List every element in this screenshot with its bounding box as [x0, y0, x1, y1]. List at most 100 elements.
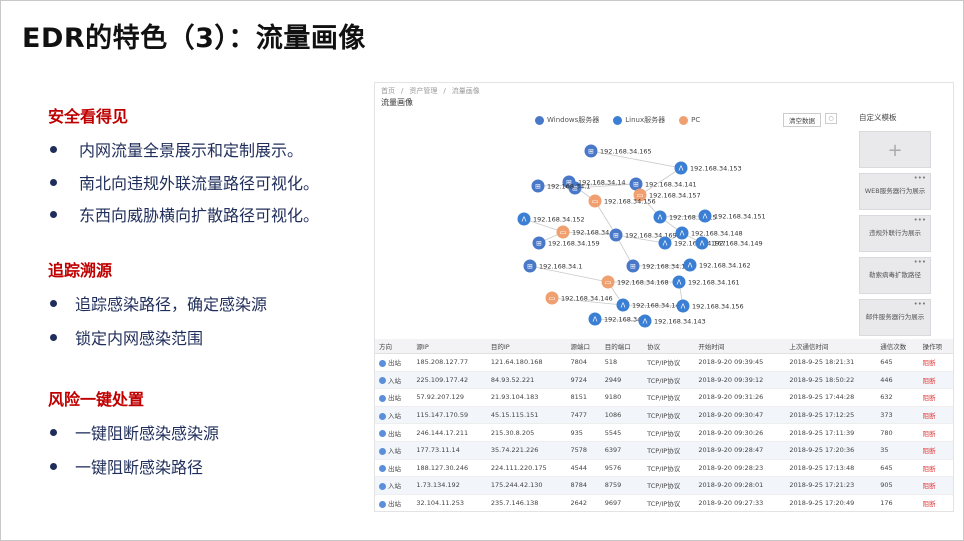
linux-node-icon[interactable]: Λ 192.168.34.162	[683, 258, 751, 272]
traffic-profile-screenshot: 首页 / 资产管理 / 流量画像 流量画像 Windows服务器 Linux服务器 PC…	[374, 82, 954, 512]
table-cell: 21.93.104.183	[486, 388, 567, 407]
node-glyph: Λ	[621, 302, 626, 310]
direction-cell: 入站	[375, 476, 413, 495]
direction-icon	[379, 447, 386, 455]
column-header: 源端口	[566, 339, 601, 354]
table-cell: 2018-9-20 09:27:33	[694, 494, 786, 511]
table-cell: 2018-9-25 17:20:36	[785, 441, 877, 460]
bullet-dot-icon	[50, 462, 57, 470]
pc-node-icon[interactable]: ▭ 192.168.34.146	[545, 291, 613, 305]
block-button[interactable]: 阻断	[918, 459, 953, 478]
bullet-item: 一键阻断感染感染源	[50, 420, 219, 444]
pc-node-icon[interactable]: ▭ 192.168.34.	[556, 225, 612, 239]
windows-node-icon[interactable]: ⊞ 192.168.34.165	[584, 144, 652, 158]
node-glyph: Λ	[700, 240, 705, 248]
more-icon[interactable]: •••	[914, 258, 926, 266]
column-header: 协议	[643, 339, 695, 354]
direction-icon	[379, 430, 386, 438]
linux-node-icon[interactable]: Λ 192.168.34.151	[698, 209, 766, 223]
table-cell: 2018-9-25 17:21:23	[785, 476, 877, 495]
node-glyph: Λ	[679, 165, 684, 173]
linux-node-icon[interactable]: Λ 192.168.34.143	[638, 314, 706, 328]
node-ip-label: 192.168.34.1	[547, 183, 590, 191]
linux-node-icon[interactable]: Λ 192.168.34.	[588, 312, 644, 326]
more-icon[interactable]: •••	[914, 216, 926, 224]
template-mail-server[interactable]: ••• 邮件服务器行为展示	[859, 299, 931, 336]
table-row: 出站 185.208.127.77 121.64.180.168 7804 518 TCP…	[375, 353, 953, 372]
direction-cell: 入站	[375, 371, 413, 390]
table-cell: 45.15.115.151	[486, 406, 567, 425]
table-cell: 121.64.180.168	[486, 353, 567, 372]
block-button[interactable]: 阻断	[918, 353, 953, 372]
node-ip-label: 192.168.34.151	[714, 213, 766, 221]
direction-icon	[379, 377, 386, 385]
table-cell: 35	[876, 441, 919, 460]
bullet-dot-icon	[50, 145, 57, 153]
linux-node-icon[interactable]: Λ 192.168.34.156	[676, 299, 744, 313]
breadcrumb-sep: /	[443, 87, 446, 95]
column-header: 目的端口	[600, 339, 644, 354]
block-button[interactable]: 阻断	[918, 371, 953, 390]
table-cell: 9697	[600, 494, 644, 511]
table-cell: 32.104.11.253	[412, 494, 487, 511]
table-row: 出站 246.144.17.211 215.30.8.205 935 5545 TCP/I…	[375, 423, 953, 442]
pc-node-icon[interactable]: ▭ 192.168.34.168	[601, 275, 669, 289]
table-cell: 2018-9-20 09:39:12	[694, 371, 786, 390]
node-glyph: ⊞	[536, 240, 542, 248]
direction-icon	[379, 482, 386, 490]
table-cell: 645	[876, 353, 919, 372]
add-template-button[interactable]: +	[859, 131, 931, 168]
node-ip-label: 192.168.34.168	[617, 279, 669, 287]
node-glyph: ▭	[605, 279, 612, 287]
more-icon[interactable]: •••	[914, 300, 926, 308]
table-cell: 7804	[566, 353, 601, 372]
table-cell: 2018-9-20 09:28:23	[694, 459, 786, 478]
table-cell: 2018-9-20 09:39:45	[694, 353, 786, 372]
screenshot-page-title: 流量画像	[381, 98, 413, 107]
block-button[interactable]: 阻断	[918, 494, 953, 511]
table-cell: 905	[876, 476, 919, 495]
table-cell: 1.73.134.192	[412, 476, 487, 495]
template-ransomware-spread[interactable]: ••• 勒索病毒扩散路径	[859, 257, 931, 294]
node-ip-label: 192.168.34.157	[649, 192, 701, 200]
breadcrumb-home[interactable]: 首页	[381, 87, 395, 95]
traffic-graph[interactable]: ⊞ 192.168.34.165⊞Λ 192.168.34.153⊞ 192.168.…	[515, 123, 825, 338]
node-ip-label: 192.168.34.161	[688, 279, 740, 287]
template-illegal-outbound[interactable]: ••• 违规外联行为展示	[859, 215, 931, 252]
block-button[interactable]: 阻断	[918, 388, 953, 407]
table-cell: 2018-9-25 18:21:31	[785, 353, 877, 372]
table-cell: 9576	[600, 459, 644, 478]
refresh-icon[interactable]: ○	[825, 113, 837, 124]
block-button[interactable]: 阻断	[918, 423, 953, 442]
linux-node-icon[interactable]: Λ 192.168.34.153	[674, 161, 742, 175]
block-button[interactable]: 阻断	[918, 406, 953, 425]
block-button[interactable]: 阻断	[918, 476, 953, 495]
table-cell: 2018-9-20 09:31:26	[694, 388, 786, 407]
table-cell: 7578	[566, 441, 601, 460]
table-cell: 175.244.42.130	[486, 476, 567, 495]
more-icon[interactable]: •••	[914, 174, 926, 182]
column-header: 上次通信时间	[785, 339, 877, 354]
table-cell: 2018-9-20 09:28:47	[694, 441, 786, 460]
node-ip-label: 192.168.34.	[604, 316, 643, 324]
bullet-item: 内网流量全景展示和定制展示。	[50, 137, 303, 161]
breadcrumb-asset[interactable]: 资产管理	[409, 87, 437, 95]
windows-node-icon[interactable]: ⊞ 192.168.34.159	[532, 236, 600, 250]
linux-node-icon[interactable]: Λ 192.168.34.152	[517, 212, 585, 226]
table-cell: 9180	[600, 388, 644, 407]
template-web-server[interactable]: ••• WEB服务器行为展示	[859, 173, 931, 210]
node-glyph: ⊞	[527, 263, 533, 271]
bullet-item: 追踪感染路径，确定感染源	[50, 291, 267, 315]
block-button[interactable]: 阻断	[918, 441, 953, 460]
table-cell: 177.73.11.14	[412, 441, 487, 460]
linux-node-icon[interactable]: Λ 192.168.34.14	[616, 298, 680, 312]
linux-node-icon[interactable]: Λ 192.168.34.161	[672, 275, 740, 289]
node-ip-label: 192.168.34.1	[539, 263, 582, 271]
node-ip-label: 192.168.34.152	[533, 216, 585, 224]
linux-node-icon[interactable]: Λ 192.168.34.148	[675, 226, 743, 240]
table-cell: 176	[876, 494, 919, 511]
table-cell: 225.109.177.42	[412, 371, 487, 390]
bullet-dot-icon	[50, 428, 57, 436]
linux-node-icon[interactable]: Λ 192.168.34.149	[695, 236, 763, 250]
table-cell: 2642	[566, 494, 601, 511]
